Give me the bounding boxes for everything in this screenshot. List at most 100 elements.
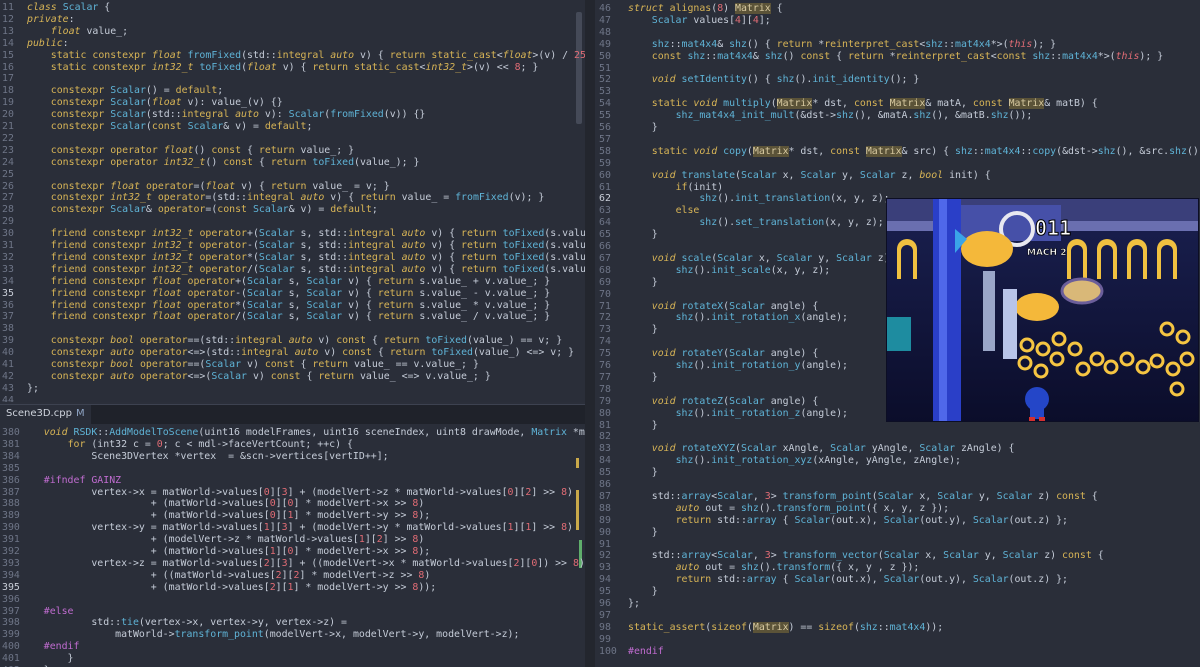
code-line[interactable]: constexpr Scalar(const Scalar& v) = defa… bbox=[27, 121, 313, 132]
line-number: 39 bbox=[2, 335, 14, 347]
code-line[interactable]: Scene3DVertex *vertex = &scn->vertices[v… bbox=[20, 451, 388, 462]
code-line[interactable]: constexpr Scalar& operator=(const Scalar… bbox=[27, 204, 378, 215]
code-line[interactable]: } bbox=[628, 467, 658, 478]
code-line[interactable]: void rotateX(Scalar angle) { bbox=[628, 301, 819, 312]
code-line[interactable]: } bbox=[628, 122, 658, 133]
code-line[interactable]: struct alignas(8) Matrix { bbox=[628, 3, 783, 14]
code-line[interactable]: std::array<Scalar, 3> transform_vector(S… bbox=[628, 550, 1104, 561]
code-line[interactable]: public: bbox=[27, 38, 69, 49]
code-line[interactable]: #ifndef GAINZ bbox=[20, 475, 121, 486]
code-line[interactable]: }; bbox=[27, 383, 39, 394]
code-line[interactable]: friend constexpr int32_t operator/(Scala… bbox=[27, 264, 585, 275]
code-line[interactable]: constexpr int32_t operator=(std::integra… bbox=[27, 192, 545, 203]
code-line[interactable]: shz().init_translation(x, y, z); bbox=[628, 193, 889, 204]
code-line[interactable]: void translate(Scalar x, Scalar y, Scala… bbox=[628, 170, 991, 181]
code-line[interactable]: std::array<Scalar, 3> transform_point(Sc… bbox=[628, 491, 1098, 502]
code-line[interactable]: void setIdentity() { shz().init_identity… bbox=[628, 74, 920, 85]
code-line[interactable]: shz().init_rotation_xyz(xAngle, yAngle, … bbox=[628, 455, 961, 466]
line-number: 90 bbox=[599, 526, 611, 538]
code-line[interactable]: } bbox=[628, 372, 658, 383]
code-line[interactable]: void rotateZ(Scalar angle) { bbox=[628, 396, 819, 407]
code-line[interactable]: static void copy(Matrix* dst, const Matr… bbox=[628, 145, 1200, 157]
game-scene: 011 MACH 2 bbox=[887, 199, 1198, 421]
code-line[interactable]: } bbox=[628, 527, 658, 538]
code-line[interactable]: float value_; bbox=[27, 26, 128, 37]
code-line[interactable]: vertex->y = matWorld->values[1][3] + (mo… bbox=[20, 522, 573, 533]
code-line[interactable]: shz_mat4x4_init_mult(&dst->shz(), &matA.… bbox=[628, 110, 1033, 121]
code-line[interactable]: constexpr bool operator==(std::integral … bbox=[27, 335, 562, 346]
code-line[interactable]: friend constexpr float operator-(Scalar … bbox=[27, 288, 550, 299]
code-line[interactable]: } bbox=[628, 420, 658, 431]
code-line[interactable]: friend constexpr float operator+(Scalar … bbox=[27, 276, 550, 287]
code-line[interactable]: constexpr float operator=(float v) { ret… bbox=[27, 181, 390, 192]
code-line[interactable]: constexpr operator float() const { retur… bbox=[27, 145, 354, 156]
code-line[interactable]: auto out = shz().transform_point({ x, y,… bbox=[628, 503, 950, 514]
code-line[interactable]: else bbox=[628, 205, 700, 216]
code-line[interactable]: void RSDK::AddModelToScene(uint16 modelF… bbox=[20, 427, 585, 438]
code-line[interactable]: friend constexpr float operator/(Scalar … bbox=[27, 311, 550, 322]
code-line[interactable]: + (matWorld->values[0][1] * modelVert->y… bbox=[20, 510, 430, 521]
code-line[interactable]: #endif bbox=[628, 646, 664, 657]
code-line[interactable]: friend constexpr int32_t operator+(Scala… bbox=[27, 228, 585, 239]
code-line[interactable]: const shz::mat4x4& shz() const { return … bbox=[628, 51, 1163, 62]
code-line[interactable]: shz().init_scale(x, y, z); bbox=[628, 265, 831, 276]
editor-pane-scene3d[interactable]: 380 void RSDK::AddModelToScene(uint16 mo… bbox=[0, 424, 585, 667]
code-line[interactable]: constexpr Scalar() = default; bbox=[27, 85, 223, 96]
code-line[interactable]: } bbox=[628, 324, 658, 335]
code-line[interactable]: + (matWorld->values[1][0] * modelVert->x… bbox=[20, 546, 430, 557]
code-line[interactable]: shz::mat4x4& shz() { return *reinterpret… bbox=[628, 39, 1056, 50]
line-number: 61 bbox=[599, 181, 611, 193]
scrollbar-thumb[interactable] bbox=[576, 12, 582, 124]
code-line[interactable]: constexpr operator int32_t() const { ret… bbox=[27, 157, 420, 168]
code-line[interactable]: constexpr Scalar(std::integral auto v): … bbox=[27, 109, 426, 120]
code-line[interactable]: friend constexpr int32_t operator*(Scala… bbox=[27, 252, 585, 263]
code-line[interactable]: vertex->x = matWorld->values[0][3] + (mo… bbox=[20, 487, 573, 498]
code-line[interactable]: static constexpr float fromFixed(std::in… bbox=[27, 50, 585, 61]
code-line[interactable]: auto out = shz().transform({ x, y , z })… bbox=[628, 562, 920, 573]
code-line[interactable]: vertex->z = matWorld->values[2][3] + ((m… bbox=[20, 558, 585, 569]
code-line[interactable]: constexpr auto operator<=>(std::integral… bbox=[27, 347, 574, 358]
code-line[interactable]: } bbox=[20, 653, 74, 664]
code-line[interactable]: shz().init_rotation_z(angle); bbox=[628, 408, 848, 419]
code-line[interactable]: constexpr auto operator<=>(Scalar v) con… bbox=[27, 371, 491, 382]
code-line[interactable]: return std::array { Scalar(out.x), Scala… bbox=[628, 574, 1068, 585]
code-line[interactable]: + (matWorld->values[0][0] * modelVert->x… bbox=[20, 498, 425, 509]
code-line[interactable]: private: bbox=[27, 14, 75, 25]
code-line[interactable]: }; bbox=[628, 598, 640, 609]
code-line[interactable]: } bbox=[628, 229, 658, 240]
code-line[interactable]: shz().set_translation(x, y, z); bbox=[628, 217, 883, 228]
game-window-sonic-mania[interactable]: 011 MACH 2 bbox=[886, 198, 1199, 422]
line-number: 32 bbox=[2, 251, 14, 263]
code-line[interactable]: + (matWorld->values[2][1] * modelVert->y… bbox=[20, 582, 436, 593]
code-line[interactable]: #else bbox=[20, 606, 74, 617]
code-line[interactable]: static constexpr int32_t toFixed(float v… bbox=[27, 62, 539, 73]
tab-scene3d-cpp[interactable]: Scene3D.cpp M bbox=[0, 405, 91, 425]
code-line[interactable]: void rotateXYZ(Scalar xAngle, Scalar yAn… bbox=[628, 443, 1015, 454]
editor-pane-scalar[interactable]: 11 class Scalar {12 private: 13 float value… bbox=[0, 0, 585, 402]
code-line[interactable]: constexpr Scalar(float v): value_(v) {} bbox=[27, 97, 283, 108]
code-line[interactable]: if(init) bbox=[628, 182, 724, 193]
split-divider[interactable] bbox=[585, 0, 595, 667]
code-line[interactable]: return std::array { Scalar(out.x), Scala… bbox=[628, 515, 1068, 526]
code-line[interactable]: for (int32 c = 0; c < mdl->faceVertCount… bbox=[20, 439, 353, 450]
code-line[interactable]: } bbox=[628, 277, 658, 288]
code-line[interactable]: static_assert(sizeof(Matrix) == sizeof(s… bbox=[628, 621, 943, 633]
code-line[interactable]: friend constexpr float operator*(Scalar … bbox=[27, 300, 550, 311]
code-line[interactable]: Scalar values[4][4]; bbox=[628, 15, 771, 26]
line-number: 56 bbox=[599, 122, 611, 133]
code-line[interactable]: void scale(Scalar x, Scalar y, Scalar z)… bbox=[628, 253, 902, 264]
code-line[interactable]: shz().init_rotation_x(angle); bbox=[628, 312, 848, 323]
line-number: 14 bbox=[2, 37, 14, 49]
code-line[interactable]: static void multiply(Matrix* dst, const … bbox=[628, 98, 1098, 110]
code-line[interactable]: constexpr bool operator==(Scalar v) cons… bbox=[27, 359, 479, 370]
code-line[interactable]: + ((matWorld->values[2][2] * modelVert->… bbox=[20, 570, 430, 581]
code-line[interactable]: friend constexpr int32_t operator-(Scala… bbox=[27, 240, 585, 251]
code-line[interactable]: std::tie(vertex->x, vertex->y, vertex->z… bbox=[20, 617, 347, 628]
code-line[interactable]: shz().init_rotation_y(angle); bbox=[628, 360, 848, 371]
code-line[interactable]: } bbox=[628, 586, 658, 597]
code-line[interactable]: void rotateY(Scalar angle) { bbox=[628, 348, 819, 359]
code-line[interactable]: #endif bbox=[20, 641, 80, 652]
code-line[interactable]: + (modelVert->z * matWorld->values[1][2]… bbox=[20, 534, 425, 545]
code-line[interactable]: class Scalar { bbox=[27, 2, 110, 13]
code-line[interactable]: matWorld->transform_point(modelVert->x, … bbox=[20, 629, 519, 640]
